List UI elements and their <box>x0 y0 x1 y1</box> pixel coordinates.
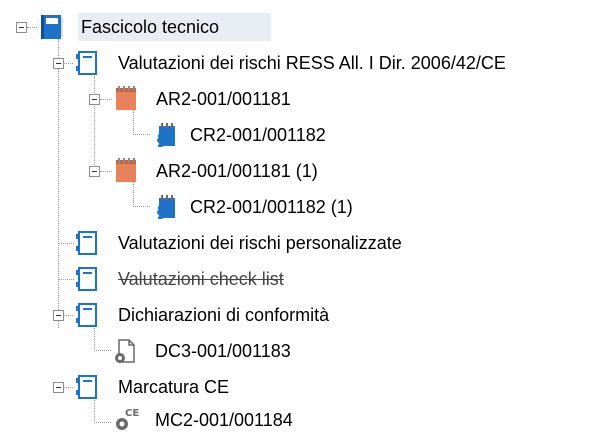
tree-node-label: AR2-001/001181 <box>156 89 291 109</box>
collapse-toggle[interactable] <box>53 310 64 321</box>
document-gear-icon <box>115 339 135 363</box>
section-doc-icon: § <box>157 195 175 221</box>
tree-node-label: Marcatura CE <box>118 377 230 397</box>
tree-node-label: MC2-001/001184 <box>155 410 293 430</box>
tree-node-label: Valutazioni check list <box>118 269 284 289</box>
tree-node-label: AR2-001/001181 (1) <box>156 161 318 181</box>
tree-node-label: DC3-001/001183 <box>155 341 291 361</box>
tree-line <box>58 243 74 244</box>
tree-line <box>133 110 134 133</box>
collapse-toggle[interactable] <box>53 58 64 69</box>
tree-line <box>94 350 111 351</box>
tree-line <box>64 387 73 388</box>
tree-line <box>133 134 150 135</box>
ce-gear-icon: CE <box>116 408 139 430</box>
tree-node-label: CR2-001/001182 <box>190 125 326 145</box>
collapse-toggle[interactable] <box>16 22 27 33</box>
tree-node-label: Dichiarazioni di conformità <box>118 305 330 325</box>
collapse-toggle[interactable] <box>89 166 100 177</box>
tree-line <box>94 74 95 175</box>
notepad-icon <box>116 158 136 182</box>
tree-line <box>133 206 150 207</box>
tree-line <box>64 315 73 316</box>
tree-node-label: Valutazioni dei rischi RESS All. I Dir. … <box>118 53 506 73</box>
folder-icon <box>76 51 97 75</box>
folder-icon <box>76 231 97 255</box>
tree-line <box>133 182 134 205</box>
svg-text:§: § <box>157 202 165 221</box>
tree-node-label: Fascicolo tecnico <box>81 17 220 37</box>
tree-node-label: Valutazioni dei rischi personalizzate <box>118 233 402 253</box>
section-doc-icon: § <box>157 123 175 149</box>
tree-line <box>94 422 111 423</box>
tree-line <box>58 38 59 328</box>
tree-line <box>94 326 95 349</box>
folder-icon <box>76 303 97 327</box>
tree-view: Fascicolo tecnico Valutazioni dei rischi… <box>0 0 616 432</box>
tree-line <box>58 279 74 280</box>
folder-icon <box>76 375 97 399</box>
collapse-toggle[interactable] <box>89 94 100 105</box>
tree-node-label: CR2-001/001182 (1) <box>190 197 353 217</box>
tree-line <box>100 171 112 172</box>
svg-text:§: § <box>157 130 165 149</box>
tree-line <box>94 398 95 421</box>
svg-text:CE: CE <box>125 408 139 419</box>
notepad-icon <box>116 86 136 110</box>
tree-line <box>27 27 37 28</box>
collapse-toggle[interactable] <box>53 382 64 393</box>
tree-line <box>64 63 73 64</box>
tree-line <box>100 99 112 100</box>
folder-icon <box>76 267 97 291</box>
book-icon <box>41 15 63 39</box>
